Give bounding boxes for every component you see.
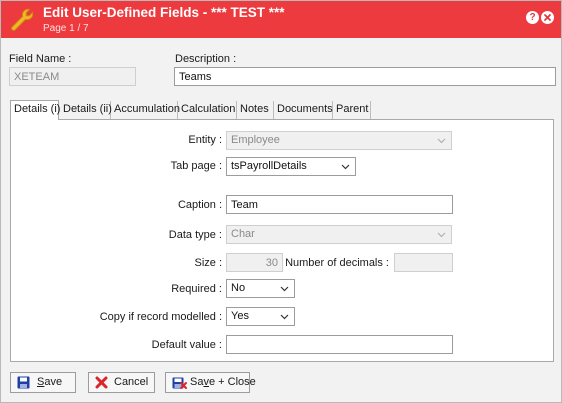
required-select[interactable]: No bbox=[226, 279, 295, 298]
tab-documents[interactable]: Documents bbox=[274, 101, 333, 119]
field-name-label: Field Name : bbox=[9, 53, 72, 65]
page-indicator: Page 1 / 7 bbox=[43, 23, 89, 34]
tab-parent[interactable]: Parent bbox=[333, 101, 371, 119]
size-input[interactable] bbox=[226, 253, 283, 272]
entity-value: Employee bbox=[231, 134, 280, 146]
floppy-disk-close-icon bbox=[172, 377, 187, 389]
tab-details-ii[interactable]: Details (ii) bbox=[60, 101, 112, 119]
required-value: No bbox=[231, 282, 246, 294]
tab-details-i[interactable]: Details (i) bbox=[10, 100, 60, 120]
data-type-value: Char bbox=[231, 228, 255, 240]
close-icon[interactable] bbox=[541, 11, 554, 24]
tab-notes[interactable]: Notes bbox=[237, 101, 274, 119]
tab-page-label: Tab page : bbox=[170, 160, 222, 172]
decimals-label: Number of decimals : bbox=[285, 257, 389, 269]
data-type-label: Data type : bbox=[168, 229, 222, 241]
entity-select[interactable]: Employee bbox=[226, 131, 452, 150]
title-bar: Edit User-Defined Fields - *** TEST *** … bbox=[1, 1, 561, 38]
caption-label: Caption : bbox=[177, 199, 222, 211]
tab-accumulation[interactable]: Accumulation bbox=[111, 101, 180, 119]
default-value-label: Default value : bbox=[151, 339, 222, 351]
cancel-button[interactable]: Cancel bbox=[88, 372, 155, 393]
description-input[interactable] bbox=[174, 67, 556, 86]
decimals-input[interactable] bbox=[394, 253, 453, 272]
copy-modelled-value: Yes bbox=[231, 310, 249, 322]
copy-modelled-label: Copy if record modelled : bbox=[99, 311, 222, 323]
tab-page-value: tsPayrollDetails bbox=[231, 160, 307, 172]
chevron-down-icon bbox=[437, 232, 446, 238]
cancel-button-label: Cancel bbox=[114, 376, 149, 388]
cancel-x-icon bbox=[95, 376, 108, 389]
window-title: Edit User-Defined Fields - *** TEST *** bbox=[43, 5, 285, 20]
save-close-button-label: Save + Close bbox=[190, 376, 256, 388]
chevron-down-icon bbox=[341, 164, 350, 170]
wrench-icon bbox=[9, 7, 35, 33]
tab-calculation[interactable]: Calculation bbox=[178, 101, 237, 119]
chevron-down-icon bbox=[280, 286, 289, 292]
dialog-window: Edit User-Defined Fields - *** TEST *** … bbox=[0, 0, 562, 403]
save-button[interactable]: Save bbox=[10, 372, 76, 393]
entity-label: Entity : bbox=[188, 134, 222, 146]
default-value-input[interactable] bbox=[226, 335, 453, 354]
size-label: Size : bbox=[194, 257, 222, 269]
data-type-select[interactable]: Char bbox=[226, 225, 452, 244]
chevron-down-icon bbox=[280, 314, 289, 320]
caption-input[interactable] bbox=[226, 195, 453, 214]
copy-modelled-select[interactable]: Yes bbox=[226, 307, 295, 326]
required-label: Required : bbox=[171, 283, 222, 295]
tab-page-select[interactable]: tsPayrollDetails bbox=[226, 157, 356, 176]
floppy-disk-icon bbox=[17, 376, 30, 389]
field-name-input[interactable] bbox=[9, 67, 136, 86]
chevron-down-icon bbox=[437, 138, 446, 144]
description-label: Description : bbox=[175, 53, 237, 65]
save-button-label: Save bbox=[37, 376, 63, 388]
save-close-button[interactable]: Save + Close bbox=[165, 372, 256, 393]
help-icon[interactable]: ? bbox=[526, 11, 539, 24]
